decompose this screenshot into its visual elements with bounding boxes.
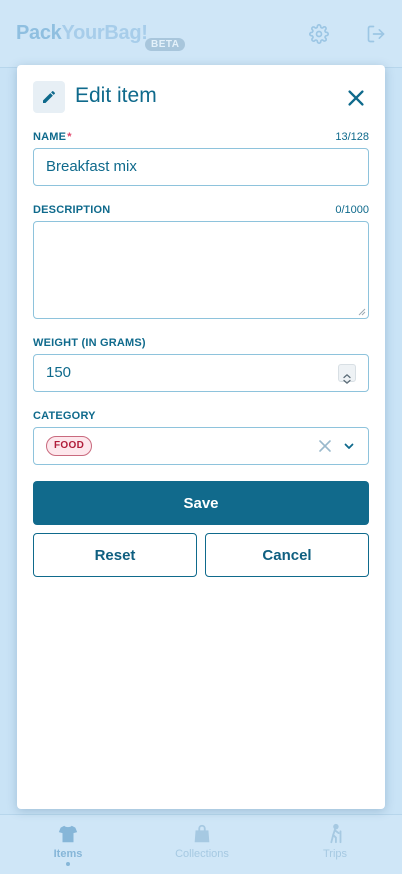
resize-grip-icon[interactable] xyxy=(358,308,366,316)
cancel-button[interactable]: Cancel xyxy=(205,533,369,577)
name-input[interactable]: Breakfast mix xyxy=(33,148,369,186)
shirt-icon xyxy=(58,825,78,843)
brand-logo: PackYourBag! xyxy=(16,22,148,45)
chevron-down-icon[interactable] xyxy=(342,439,356,453)
weight-input-value: 150 xyxy=(46,364,72,381)
modal-title: Edit item xyxy=(75,84,157,107)
nav-label-trips: Trips xyxy=(322,848,348,860)
number-stepper[interactable] xyxy=(338,364,356,384)
beta-badge: BETA xyxy=(145,38,186,51)
close-icon[interactable] xyxy=(345,87,367,109)
pencil-icon xyxy=(33,81,65,113)
weight-label: WEIGHT (IN GRAMS) xyxy=(33,337,146,349)
nav-label-collections: Collections xyxy=(175,848,229,860)
description-textarea[interactable] xyxy=(33,221,369,319)
category-label: CATEGORY xyxy=(33,410,96,422)
name-input-value: Breakfast mix xyxy=(46,158,137,175)
nav-label-items: Items xyxy=(53,848,83,860)
bottom-nav: Items Collections Trips xyxy=(0,814,402,874)
active-indicator xyxy=(66,862,70,866)
required-mark: * xyxy=(67,131,72,143)
logout-icon[interactable] xyxy=(366,24,386,44)
nav-item-collections[interactable]: Collections xyxy=(152,823,252,860)
hiker-icon xyxy=(330,823,342,844)
brand-part1: Pack xyxy=(16,22,62,44)
clear-icon[interactable] xyxy=(318,439,332,453)
name-label-text: NAME xyxy=(33,131,67,143)
name-counter: 13/128 xyxy=(335,131,369,143)
name-label: NAME* xyxy=(33,131,72,143)
category-select[interactable]: FOOD xyxy=(33,427,369,465)
description-label: DESCRIPTION xyxy=(33,204,111,216)
nav-item-items[interactable]: Items xyxy=(18,823,118,866)
weight-input[interactable]: 150 xyxy=(33,354,369,392)
brand-part2: YourBag! xyxy=(61,22,148,44)
category-chip-food[interactable]: FOOD xyxy=(46,436,93,456)
description-counter: 0/1000 xyxy=(335,204,369,216)
nav-item-trips[interactable]: Trips xyxy=(285,823,385,860)
edit-item-modal: Edit item NAME* 13/128 Breakfast mix DES… xyxy=(17,65,385,809)
gear-icon[interactable] xyxy=(309,24,329,44)
save-button[interactable]: Save xyxy=(33,481,369,525)
bag-icon xyxy=(194,824,210,843)
reset-button[interactable]: Reset xyxy=(33,533,197,577)
app-header: PackYourBag! BETA xyxy=(0,0,402,68)
